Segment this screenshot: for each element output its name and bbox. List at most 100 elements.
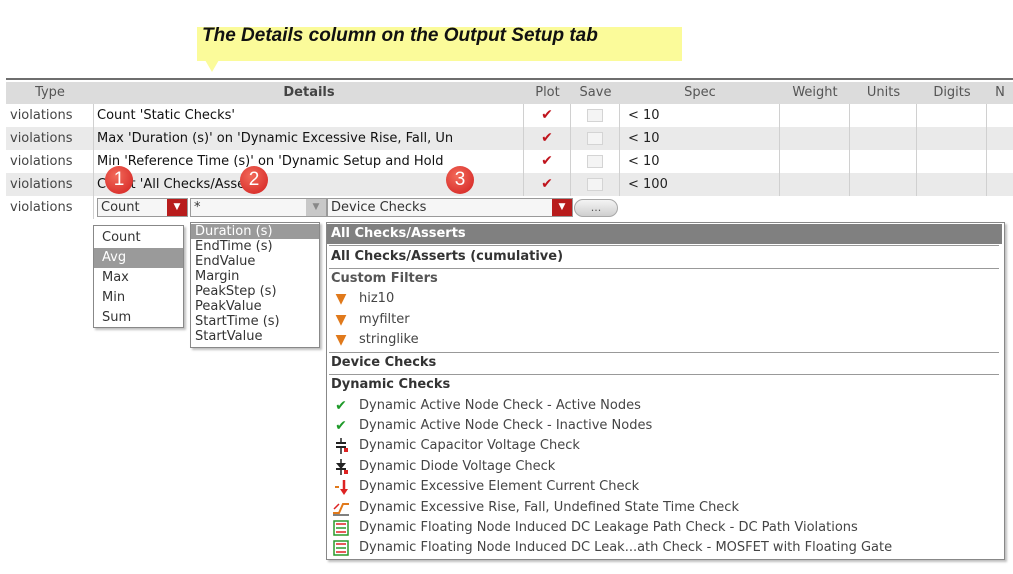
function-option-count[interactable]: Count <box>94 228 183 248</box>
row-weight[interactable] <box>780 127 850 150</box>
row-digits[interactable] <box>917 173 987 196</box>
filter-option-custom[interactable]: ▼ stringlike <box>327 330 1002 350</box>
empty-checkbox-icon <box>587 132 603 145</box>
filter-option-dynamic[interactable]: Dynamic Excessive Element Current Check <box>327 477 1002 497</box>
filter-option-all-checks-cumulative[interactable]: All Checks/Asserts (cumulative) <box>327 247 563 267</box>
chevron-down-icon[interactable]: ▼ <box>552 199 572 216</box>
funnel-icon: ▼ <box>335 332 347 348</box>
field-option-startvalue[interactable]: StartValue <box>191 329 319 344</box>
save-checkbox[interactable] <box>571 104 620 127</box>
row-weight[interactable] <box>780 173 850 196</box>
row-digits[interactable] <box>917 104 987 127</box>
chevron-down-icon[interactable]: ▼ <box>306 199 326 216</box>
row-units[interactable] <box>850 150 917 173</box>
table-top-border <box>6 78 1013 80</box>
column-header-type[interactable]: Type <box>6 82 95 104</box>
function-option-avg[interactable]: Avg <box>94 248 183 268</box>
function-option-sum[interactable]: Sum <box>94 308 183 328</box>
row-units[interactable] <box>850 104 917 127</box>
plot-checkbox[interactable]: ✔ <box>524 150 571 173</box>
red-check-icon: ✔ <box>541 153 553 169</box>
step-badge-3: 3 <box>446 166 474 194</box>
funnel-icon: ▼ <box>335 312 347 328</box>
filter-combo[interactable]: Device Checks ▼ <box>327 198 573 217</box>
field-option-peakstep[interactable]: PeakStep (s) <box>191 284 319 299</box>
row-units[interactable] <box>850 173 917 196</box>
row-digits[interactable] <box>917 127 987 150</box>
filter-option-custom[interactable]: ▼ hiz10 <box>327 289 1002 309</box>
field-option-endtime[interactable]: EndTime (s) <box>191 239 319 254</box>
filter-option-label: Dynamic Floating Node Induced DC Leak...… <box>359 540 893 555</box>
save-checkbox[interactable] <box>571 173 620 196</box>
function-combo[interactable]: Count ▼ <box>97 198 188 217</box>
function-option-max[interactable]: Max <box>94 268 183 288</box>
filter-option-dynamic[interactable]: Dynamic Floating Node Induced DC Leakage… <box>327 518 1002 538</box>
filter-option-dynamic[interactable]: ✔ Dynamic Active Node Check - Inactive N… <box>327 416 1002 436</box>
column-header-more[interactable]: N <box>987 82 1013 104</box>
row-more <box>987 104 1013 127</box>
column-header-units[interactable]: Units <box>850 82 918 104</box>
field-dropdown[interactable]: Duration (s) EndTime (s) EndValue Margin… <box>190 222 320 348</box>
column-header-weight[interactable]: Weight <box>780 82 851 104</box>
chevron-down-icon[interactable]: ▼ <box>167 199 187 216</box>
save-checkbox[interactable] <box>571 150 620 173</box>
table-row[interactable]: violations Max 'Duration (s)' on 'Dynami… <box>6 127 1013 150</box>
filter-option-label: hiz10 <box>359 291 395 306</box>
column-header-plot[interactable]: Plot <box>524 82 572 104</box>
filter-option-label: Dynamic Capacitor Voltage Check <box>359 438 580 453</box>
column-header-details[interactable]: Details <box>94 82 525 104</box>
table-row[interactable]: violations Count 'All Checks/Asserts' ✔ … <box>6 173 1013 196</box>
row-spec[interactable]: < 10 <box>620 150 780 173</box>
filter-option-all-checks[interactable]: All Checks/Asserts <box>327 224 1002 244</box>
field-option-starttime[interactable]: StartTime (s) <box>191 314 319 329</box>
save-checkbox[interactable] <box>571 127 620 150</box>
filter-option-custom[interactable]: ▼ myfilter <box>327 310 1002 330</box>
filter-option-dynamic[interactable]: ✔ Dynamic Active Node Check - Active Nod… <box>327 396 1002 416</box>
plot-checkbox[interactable]: ✔ <box>524 173 571 196</box>
function-dropdown[interactable]: Count Avg Max Min Sum <box>93 225 184 328</box>
column-header-spec[interactable]: Spec <box>620 82 781 104</box>
red-check-icon: ✔ <box>541 107 553 123</box>
filter-option-label: Dynamic Excessive Rise, Fall, Undefined … <box>359 500 739 515</box>
row-details[interactable]: Count 'Static Checks' <box>94 104 524 127</box>
filter-option-dynamic[interactable]: Dynamic Floating Node Induced DC Leak...… <box>327 538 1002 558</box>
plot-checkbox[interactable]: ✔ <box>524 104 571 127</box>
filter-dropdown[interactable]: All Checks/Asserts All Checks/Asserts (c… <box>326 222 1005 560</box>
filter-option-dynamic[interactable]: Dynamic Excessive Rise, Fall, Undefined … <box>327 498 1002 518</box>
row-spec[interactable]: < 100 <box>620 173 780 196</box>
browse-button[interactable]: ... <box>574 199 618 217</box>
dynamic-checks-header: Dynamic Checks <box>331 377 451 392</box>
function-option-min[interactable]: Min <box>94 288 183 308</box>
table-row[interactable]: violations Count 'Static Checks' ✔ < 10 <box>6 104 1013 127</box>
field-option-peakvalue[interactable]: PeakValue <box>191 299 319 314</box>
row-weight[interactable] <box>780 104 850 127</box>
plot-checkbox[interactable]: ✔ <box>524 127 571 150</box>
column-header-save[interactable]: Save <box>571 82 621 104</box>
row-details[interactable]: Max 'Duration (s)' on 'Dynamic Excessive… <box>94 127 524 150</box>
filter-combo-value: Device Checks <box>331 200 427 215</box>
row-type: violations <box>6 104 94 127</box>
row-digits[interactable] <box>917 150 987 173</box>
step-badge-1: 1 <box>105 166 133 194</box>
row-more <box>987 127 1013 150</box>
row-type: violations <box>6 127 94 150</box>
table-row[interactable]: violations Min 'Reference Time (s)' on '… <box>6 150 1013 173</box>
field-combo[interactable]: * ▼ <box>190 198 327 217</box>
filter-option-dynamic[interactable]: Dynamic Capacitor Voltage Check <box>327 436 1002 456</box>
green-check-icon: ✔ <box>335 418 347 434</box>
separator <box>329 245 999 246</box>
field-option-endvalue[interactable]: EndValue <box>191 254 319 269</box>
filter-option-label: Dynamic Floating Node Induced DC Leakage… <box>359 520 858 535</box>
row-weight[interactable] <box>780 150 850 173</box>
row-spec[interactable]: < 10 <box>620 104 780 127</box>
empty-checkbox-icon <box>587 155 603 168</box>
filter-option-device-checks[interactable]: Device Checks <box>327 353 436 373</box>
field-option-margin[interactable]: Margin <box>191 269 319 284</box>
row-spec[interactable]: < 10 <box>620 127 780 150</box>
field-option-duration[interactable]: Duration (s) <box>191 224 319 239</box>
row-units[interactable] <box>850 127 917 150</box>
step-badge-2: 2 <box>240 166 268 194</box>
filter-option-label: myfilter <box>359 312 410 327</box>
filter-option-dynamic[interactable]: Dynamic Diode Voltage Check <box>327 457 1002 477</box>
column-header-digits[interactable]: Digits <box>917 82 988 104</box>
